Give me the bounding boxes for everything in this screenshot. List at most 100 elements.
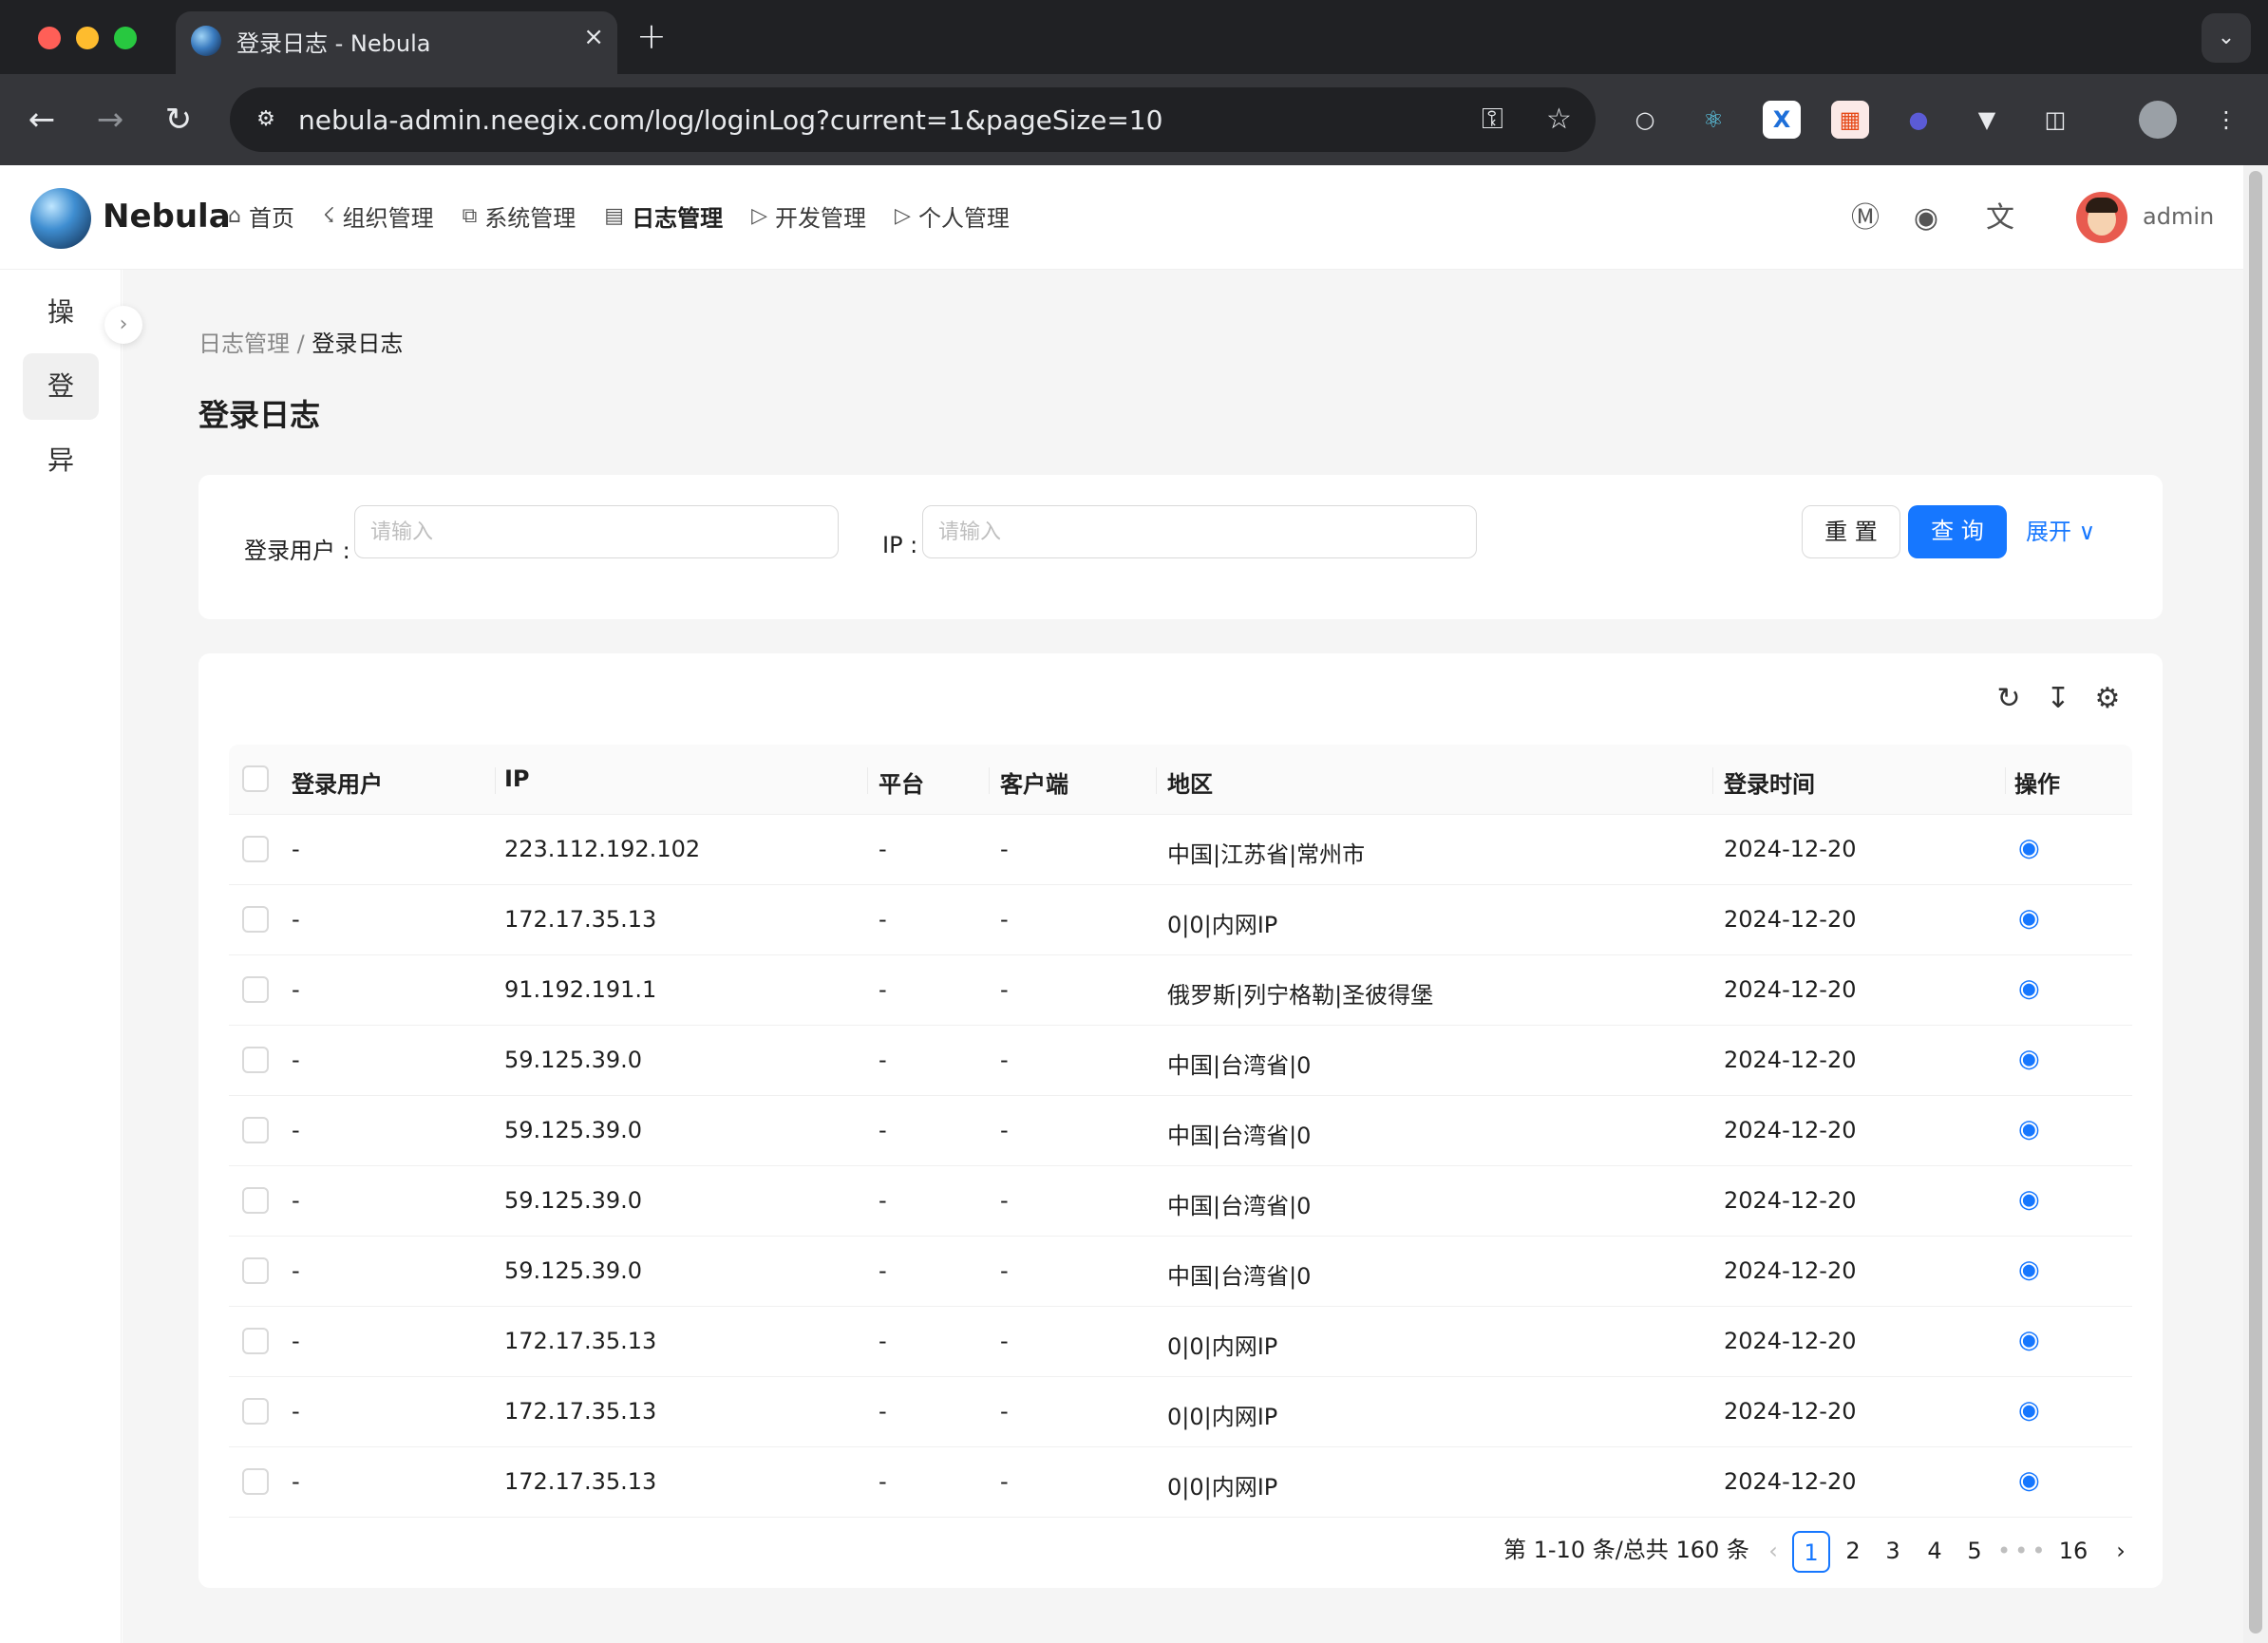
col-header-time[interactable]: 登录时间 [1724,765,1815,799]
settings-gear-icon[interactable]: ⚙ [2088,680,2126,718]
site-info-icon[interactable]: ⚙ [247,101,285,139]
reset-button[interactable]: 重 置 [1802,505,1900,558]
row-checkbox[interactable] [242,1257,269,1284]
nav-item-home[interactable]: ⌂ 首页 [228,199,294,233]
nav-item-dev[interactable]: ▷ 开发管理 [751,199,866,233]
logo-text[interactable]: Nebula [103,198,231,236]
col-header-ip[interactable]: IP [504,765,530,792]
density-icon[interactable]: ↧ [2039,680,2077,718]
select-all-checkbox[interactable] [242,765,269,792]
prev-page-chevron-icon[interactable]: ‹ [1754,1531,1792,1573]
reload-icon[interactable]: ↻ [1990,680,2028,718]
view-eye-icon[interactable]: ◉ [2018,1256,2040,1284]
row-checkbox[interactable] [242,1047,269,1073]
page-16-button[interactable]: 16 [2054,1531,2092,1573]
page-4-button[interactable]: 4 [1916,1531,1954,1573]
sider-expand-chevron-icon[interactable]: › [104,306,142,344]
translate-icon[interactable]: 文 [1981,199,2019,237]
table-row[interactable]: - 172.17.35.13 - - 0|0|内网IP 2024-12-20 ◉ [229,1377,2132,1447]
row-checkbox[interactable] [242,976,269,1003]
view-eye-icon[interactable]: ◉ [2018,1326,2040,1354]
table-row[interactable]: - 91.192.191.1 - - 俄罗斯|列宁格勒|圣彼得堡 2024-12-20 ◉ [229,955,2132,1026]
table-row[interactable]: - 59.125.39.0 - - 中国|台湾省|0 2024-12-20 ◉ [229,1096,2132,1166]
address-bar[interactable]: ⚙ nebula-admin.neegix.com/log/loginLog?c… [230,87,1596,152]
scrollbar-thumb[interactable] [2249,171,2262,1634]
forward-arrow-icon[interactable]: → [87,97,133,142]
window-minimize-button[interactable] [76,27,99,49]
new-tab-button[interactable]: + [636,15,667,57]
profile-avatar-icon[interactable] [2139,101,2177,139]
extension-v-icon[interactable]: ▼ [1968,101,2006,139]
extension-x-icon[interactable]: X [1763,101,1801,139]
row-checkbox[interactable] [242,1187,269,1214]
extensions-puzzle-icon[interactable]: ◫ [2036,101,2074,139]
col-header-region[interactable]: 地区 [1167,765,1213,799]
github-icon[interactable]: ◉ [1907,199,1945,237]
cell-platform: - [879,836,887,862]
view-eye-icon[interactable]: ◉ [2018,1185,2040,1214]
view-eye-icon[interactable]: ◉ [2018,1466,2040,1495]
table-row[interactable]: - 59.125.39.0 - - 中国|台湾省|0 2024-12-20 ◉ [229,1237,2132,1307]
sider-item-login[interactable]: 登 [23,353,99,420]
reload-icon[interactable]: ↻ [156,97,201,142]
view-eye-icon[interactable]: ◉ [2018,1045,2040,1073]
user-search-input[interactable] [354,505,839,558]
nav-item-org[interactable]: ☇ 组织管理 [323,199,434,233]
nav-item-log[interactable]: ▤ 日志管理 [604,199,723,233]
tab-close-icon[interactable]: × [583,23,604,51]
react-devtools-icon[interactable]: ⚛ [1694,101,1732,139]
extension-bulb-icon[interactable]: ○ [1626,101,1664,139]
page-scrollbar[interactable] [2243,165,2268,1643]
table-row[interactable]: - 59.125.39.0 - - 中国|台湾省|0 2024-12-20 ◉ [229,1166,2132,1237]
username[interactable]: admin [2143,203,2214,230]
query-button[interactable]: 查 询 [1908,505,2007,558]
table-row[interactable]: - 223.112.192.102 - - 中国|江苏省|常州市 2024-12-20 ◉ [229,815,2132,885]
bookmark-star-icon[interactable]: ☆ [1546,103,1572,136]
next-page-chevron-icon[interactable]: › [2102,1531,2140,1573]
google-icon[interactable]: Ⓜ [1846,199,1884,237]
extension-moon-icon[interactable]: ● [1899,101,1937,139]
table-row[interactable]: - 59.125.39.0 - - 中国|台湾省|0 2024-12-20 ◉ [229,1026,2132,1096]
ip-search-input[interactable] [922,505,1477,558]
breadcrumb-parent[interactable]: 日志管理 [198,330,290,357]
browser-tab[interactable]: 登录日志 - Nebula × [176,11,617,74]
nav-item-system[interactable]: ⧉ 系统管理 [463,199,576,233]
window-close-button[interactable] [38,27,61,49]
window-maximize-button[interactable] [114,27,137,49]
row-checkbox[interactable] [242,1117,269,1143]
view-eye-icon[interactable]: ◉ [2018,904,2040,933]
expand-button[interactable]: 展开 ∨ [2026,505,2121,558]
col-header-user[interactable]: 登录用户 [292,765,383,799]
table-row[interactable]: - 172.17.35.13 - - 0|0|内网IP 2024-12-20 ◉ [229,1307,2132,1377]
sider-item-exception[interactable]: 异 [23,427,99,494]
page-1-button[interactable]: 1 [1792,1531,1830,1573]
browser-menu-icon[interactable]: ⋮ [2207,101,2245,139]
row-checkbox[interactable] [242,1468,269,1495]
row-checkbox[interactable] [242,906,269,933]
sider-item-operation[interactable]: 操 [23,279,99,346]
view-eye-icon[interactable]: ◉ [2018,1396,2040,1425]
more-pages-ellipsis[interactable]: ••• [1997,1531,2047,1573]
page-5-button[interactable]: 5 [1956,1531,1994,1573]
view-eye-icon[interactable]: ◉ [2018,974,2040,1003]
address-url[interactable]: nebula-admin.neegix.com/log/loginLog?cur… [298,104,1162,136]
view-eye-icon[interactable]: ◉ [2018,834,2040,862]
cell-user: - [292,1468,300,1495]
col-header-client[interactable]: 客户端 [1000,765,1068,799]
page-3-button[interactable]: 3 [1874,1531,1912,1573]
table-row[interactable]: - 172.17.35.13 - - 0|0|内网IP 2024-12-20 ◉ [229,885,2132,955]
row-checkbox[interactable] [242,836,269,862]
extension-tree-icon[interactable]: ▦ [1831,101,1869,139]
page-2-button[interactable]: 2 [1834,1531,1872,1573]
view-eye-icon[interactable]: ◉ [2018,1115,2040,1143]
col-header-platform[interactable]: 平台 [879,765,924,799]
nav-item-personal[interactable]: ▷ 个人管理 [895,199,1010,233]
back-arrow-icon[interactable]: ← [19,97,65,142]
user-avatar[interactable] [2076,192,2127,243]
password-key-icon[interactable]: ⚿ [1482,103,1503,136]
table-row[interactable]: - 172.17.35.13 - - 0|0|内网IP 2024-12-20 ◉ [229,1447,2132,1518]
row-checkbox[interactable] [242,1328,269,1354]
nebula-logo[interactable] [30,188,91,249]
row-checkbox[interactable] [242,1398,269,1425]
tab-search-chevron-icon[interactable]: ⌄ [2202,13,2251,63]
